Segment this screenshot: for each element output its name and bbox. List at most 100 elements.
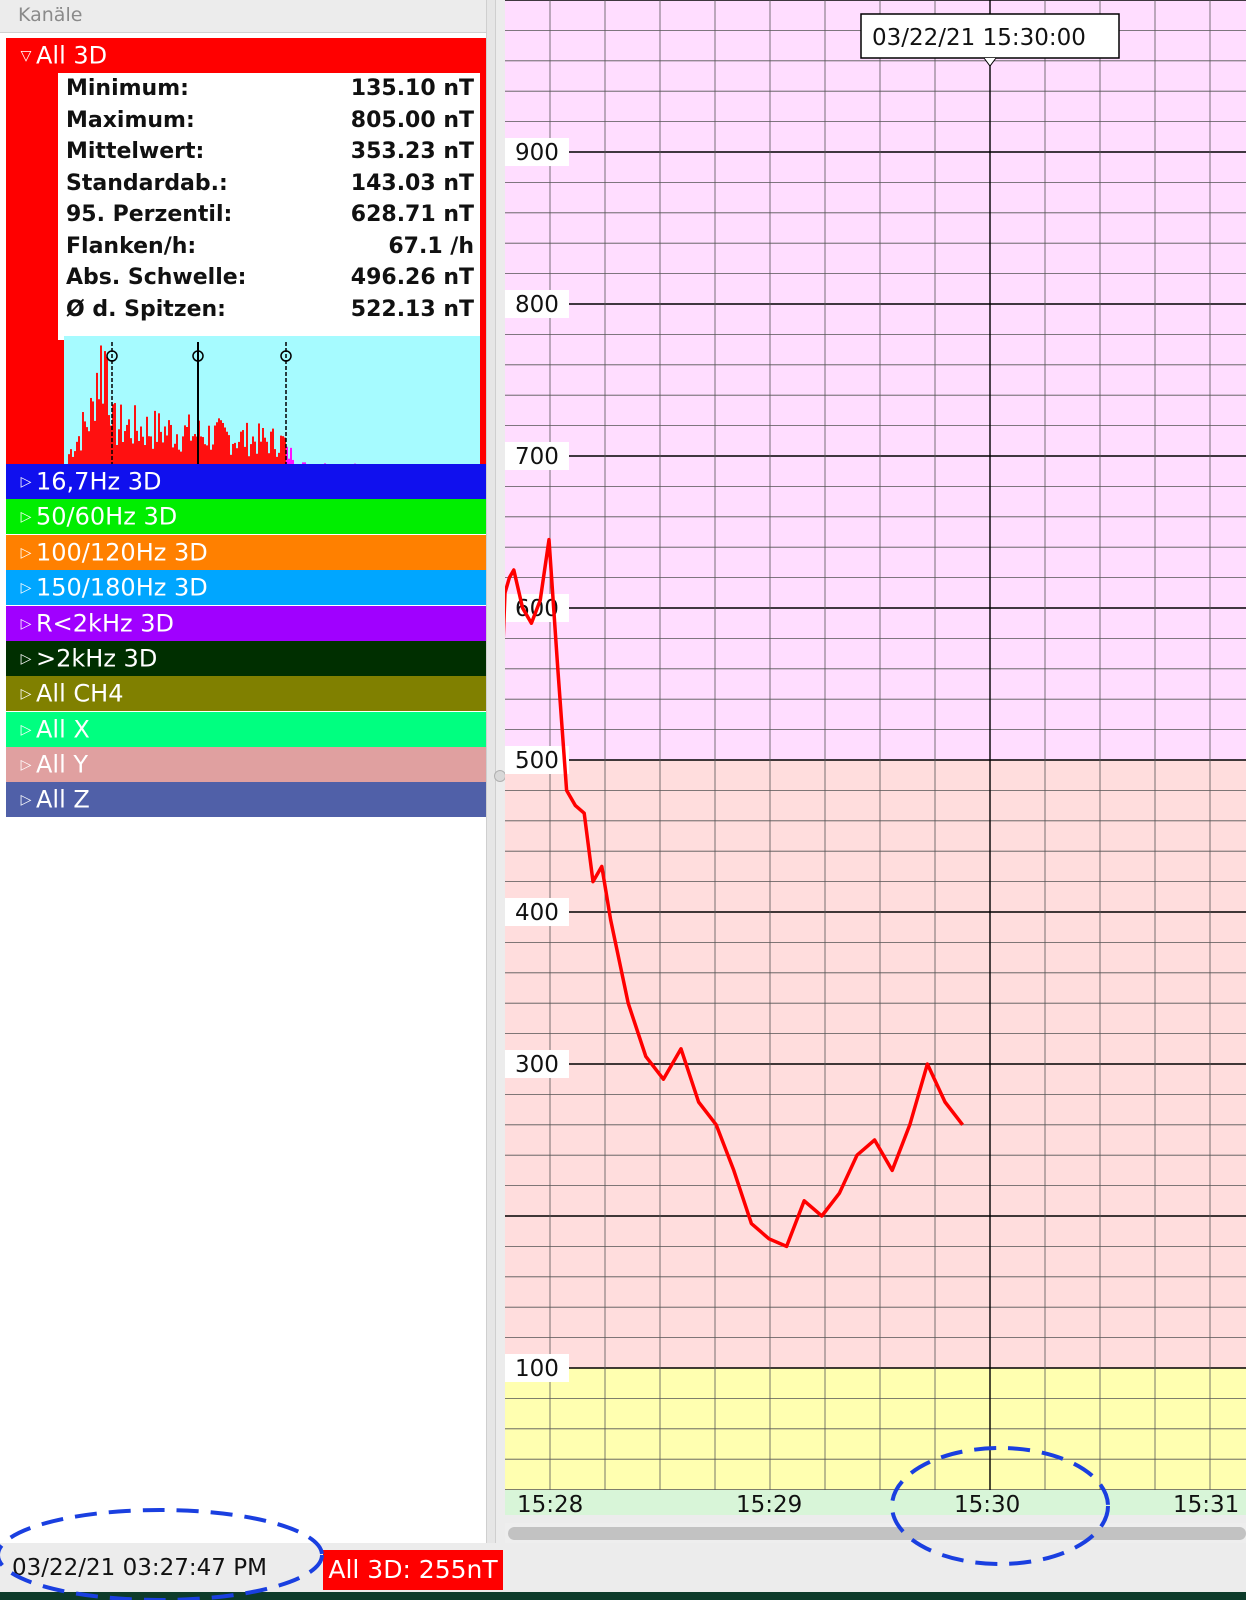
histogram-bar [104, 351, 106, 470]
stat-row: Standardab.: 143.03 nT [66, 171, 474, 203]
channel-header-1[interactable]: ▷ 16,7Hz 3D [6, 464, 486, 499]
channel-header-7[interactable]: ▷ All CH4 [6, 676, 486, 711]
stat-value: 67.1 /h [388, 233, 474, 259]
histogram-bar [128, 419, 130, 470]
xtick-label: 15:30 [954, 1492, 1020, 1515]
triangle-right-icon[interactable]: ▷ [16, 571, 36, 606]
x-axis-band [505, 1490, 1246, 1515]
histogram-bar [220, 420, 222, 470]
histogram-bar [114, 403, 116, 470]
channel-header-4[interactable]: ▷ 150/180Hz 3D [6, 570, 486, 605]
ytick-label: 100 [515, 1356, 559, 1382]
channel-label: 16,7Hz 3D [36, 467, 162, 496]
histogram-bar [90, 397, 92, 470]
xtick-label: 15:29 [736, 1492, 802, 1515]
histogram-bar [106, 356, 108, 470]
triangle-down-icon[interactable]: ▽ [16, 39, 36, 74]
channel-label: All X [36, 715, 90, 744]
histogram-svg [68, 342, 476, 470]
channel-header-9[interactable]: ▷ All Y [6, 747, 486, 782]
stats-table: Minimum: 135.10 nT Maximum: 805.00 nT Mittel… [58, 72, 480, 340]
histogram-bar [108, 415, 110, 470]
histogram-bar [168, 420, 170, 470]
stat-row: Minimum: 135.10 nT [66, 76, 474, 108]
channel-header-8[interactable]: ▷ All X [6, 712, 486, 747]
histogram-bar [100, 345, 102, 470]
status-channel-value: All 3D: 255nT [323, 1550, 503, 1590]
stat-label: 95. Perzentil: [66, 202, 233, 227]
stat-label: Abs. Schwelle: [66, 265, 247, 290]
histogram-bar [82, 412, 84, 470]
histogram-bar [146, 416, 148, 470]
ytick-label: 800 [515, 292, 559, 318]
histogram-bar [188, 414, 190, 470]
histogram-bar [94, 420, 96, 470]
histogram-bar [154, 410, 156, 470]
status-time: 03/22/21 03:27:47 PM [12, 1555, 267, 1581]
histogram-bar [134, 405, 136, 470]
channel-header-6[interactable]: ▷ >2kHz 3D [6, 641, 486, 676]
chart-band [505, 0, 1246, 760]
xtick-label: 15:28 [517, 1492, 583, 1515]
chart-area[interactable]: 100 300 400 500 600 700 800 900 15:28 15:29 15:30 1… [0, 0, 1246, 1518]
scrollbar-thumb[interactable] [508, 1527, 1246, 1540]
ytick-label: 500 [515, 748, 559, 774]
stat-row: Ø d. Spitzen: 522.13 nT [66, 297, 474, 329]
stat-label: Maximum: [66, 107, 195, 133]
histogram-bar [216, 422, 218, 470]
channel-header-10[interactable]: ▷ All Z [6, 782, 486, 817]
stat-row: Abs. Schwelle: 496.26 nT [66, 265, 474, 297]
stat-label: Minimum: [66, 76, 189, 101]
triangle-right-icon[interactable]: ▷ [16, 500, 36, 535]
ytick-label: 700 [515, 444, 559, 470]
channel-header-2[interactable]: ▷ 50/60Hz 3D [6, 499, 486, 534]
channel-label: All CH4 [36, 679, 124, 708]
chart-svg: 10030040050060070080090015:28 15:29 15:30 1… [0, 0, 1246, 1518]
histogram-bar [92, 401, 94, 470]
stat-label: Ø d. Spitzen: [66, 296, 226, 322]
triangle-right-icon[interactable]: ▷ [16, 536, 36, 571]
ytick-label: 300 [515, 1052, 559, 1078]
channel-header-0[interactable]: ▽ All 3D [6, 38, 486, 73]
histogram-bar [120, 404, 122, 470]
panel-title: Kanäle [18, 4, 83, 26]
triangle-right-icon[interactable]: ▷ [16, 677, 36, 712]
stat-label: Mittelwert: [66, 139, 205, 164]
histogram [64, 336, 480, 470]
channel-header-3[interactable]: ▷ 100/120Hz 3D [6, 535, 486, 570]
triangle-right-icon[interactable]: ▷ [16, 465, 36, 500]
histogram-bar [158, 413, 160, 470]
window-bottom-strip [0, 1592, 1246, 1600]
stat-value: 496.26 nT [350, 265, 474, 290]
histogram-bar [246, 422, 248, 470]
triangle-right-icon[interactable]: ▷ [16, 642, 36, 677]
histogram-bar [222, 423, 224, 470]
triangle-right-icon[interactable]: ▷ [16, 748, 36, 783]
histogram-bar [102, 403, 104, 470]
channel-header-5[interactable]: ▷ R<2kHz 3D [6, 606, 486, 641]
stat-row: Maximum: 805.00 nT [66, 108, 474, 140]
channel-label: >2kHz 3D [36, 644, 158, 673]
triangle-right-icon[interactable]: ▷ [16, 713, 36, 748]
ytick-label: 400 [515, 900, 559, 926]
histogram-bar [96, 372, 98, 470]
channel-label: R<2kHz 3D [36, 609, 174, 638]
stat-value: 353.23 nT [350, 139, 474, 164]
stat-row: Mittelwert: 353.23 nT [66, 139, 474, 171]
channel-label: 50/60Hz 3D [36, 502, 178, 531]
triangle-right-icon[interactable]: ▷ [16, 783, 36, 818]
triangle-right-icon[interactable]: ▷ [16, 607, 36, 642]
channel-label: 100/120Hz 3D [36, 538, 208, 567]
channel-label: 150/180Hz 3D [36, 573, 208, 602]
channel-label: All Y [36, 750, 89, 779]
histogram-bars [68, 345, 476, 470]
stat-value: 522.13 nT [350, 296, 474, 322]
stat-value: 805.00 nT [350, 107, 474, 133]
histogram-bar [98, 399, 100, 470]
panel-title-bar: Kanäle [0, 0, 496, 33]
channel-label: All Z [36, 785, 90, 814]
stat-value: 143.03 nT [350, 170, 474, 196]
ytick-label: 900 [515, 140, 559, 166]
xtick-label: 15:31 [1173, 1492, 1239, 1515]
stat-value: 135.10 nT [350, 76, 474, 101]
